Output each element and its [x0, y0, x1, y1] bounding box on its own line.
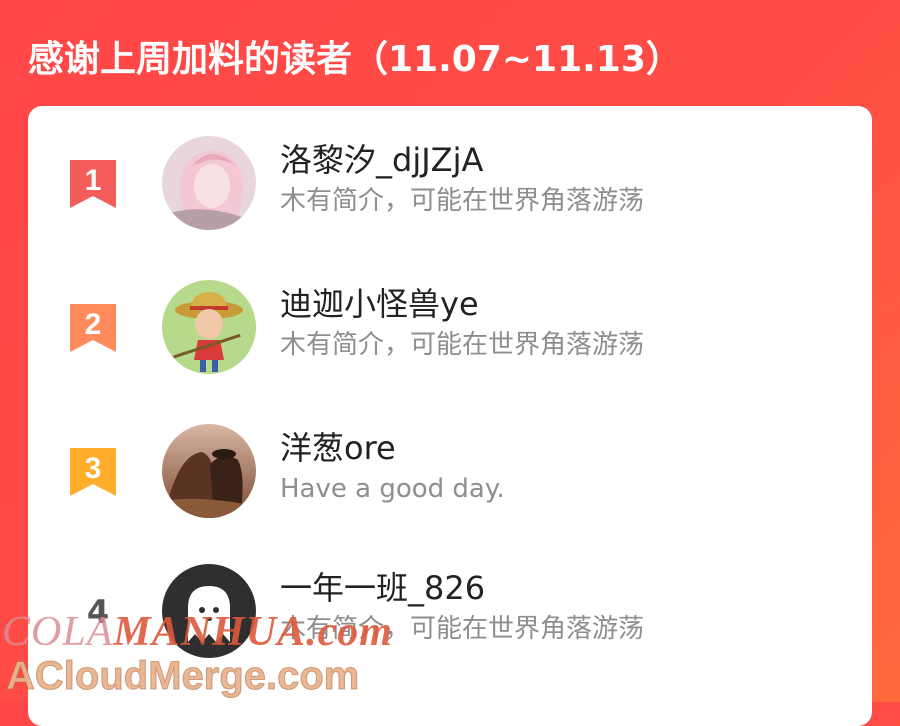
- reader-row[interactable]: 2 迪迦小怪兽ye 木有简介，可能在世界角落游荡: [28, 264, 872, 394]
- rank-badge-2: 2: [68, 302, 118, 354]
- page-title: 感谢上周加料的读者（11.07~11.13）: [28, 39, 682, 80]
- avatar[interactable]: [162, 136, 256, 230]
- rank-number: 3: [85, 452, 102, 485]
- reader-name[interactable]: 一年一班_826: [280, 568, 485, 608]
- reader-row[interactable]: 3 洋葱ore Have a good day.: [28, 408, 872, 538]
- reader-name[interactable]: 迪迦小怪兽ye: [280, 284, 479, 324]
- watermark-prefix: COLA: [2, 609, 114, 655]
- reader-row[interactable]: 1 洛黎汐_djJZjA 木有简介，可能在世界角落游荡: [28, 120, 872, 250]
- rank-number: 2: [85, 308, 102, 341]
- reader-bio: Have a good day.: [280, 474, 505, 504]
- reader-name[interactable]: 洛黎汐_djJZjA: [280, 140, 483, 180]
- rank-number: 1: [85, 164, 102, 197]
- avatar[interactable]: [162, 424, 256, 518]
- watermark-strong: MANHUA.com: [113, 609, 393, 655]
- reader-name[interactable]: 洋葱ore: [280, 428, 396, 468]
- rank-badge-1: 1: [68, 158, 118, 210]
- watermark-acloudmerge: ACloudMerge.com: [5, 654, 360, 699]
- avatar[interactable]: [162, 280, 256, 374]
- reader-bio: 木有简介，可能在世界角落游荡: [280, 186, 645, 216]
- watermark-colamanhua: COLAMANHUA.com: [2, 608, 393, 656]
- reader-bio: 木有简介，可能在世界角落游荡: [280, 330, 645, 360]
- rank-badge-3: 3: [68, 446, 118, 498]
